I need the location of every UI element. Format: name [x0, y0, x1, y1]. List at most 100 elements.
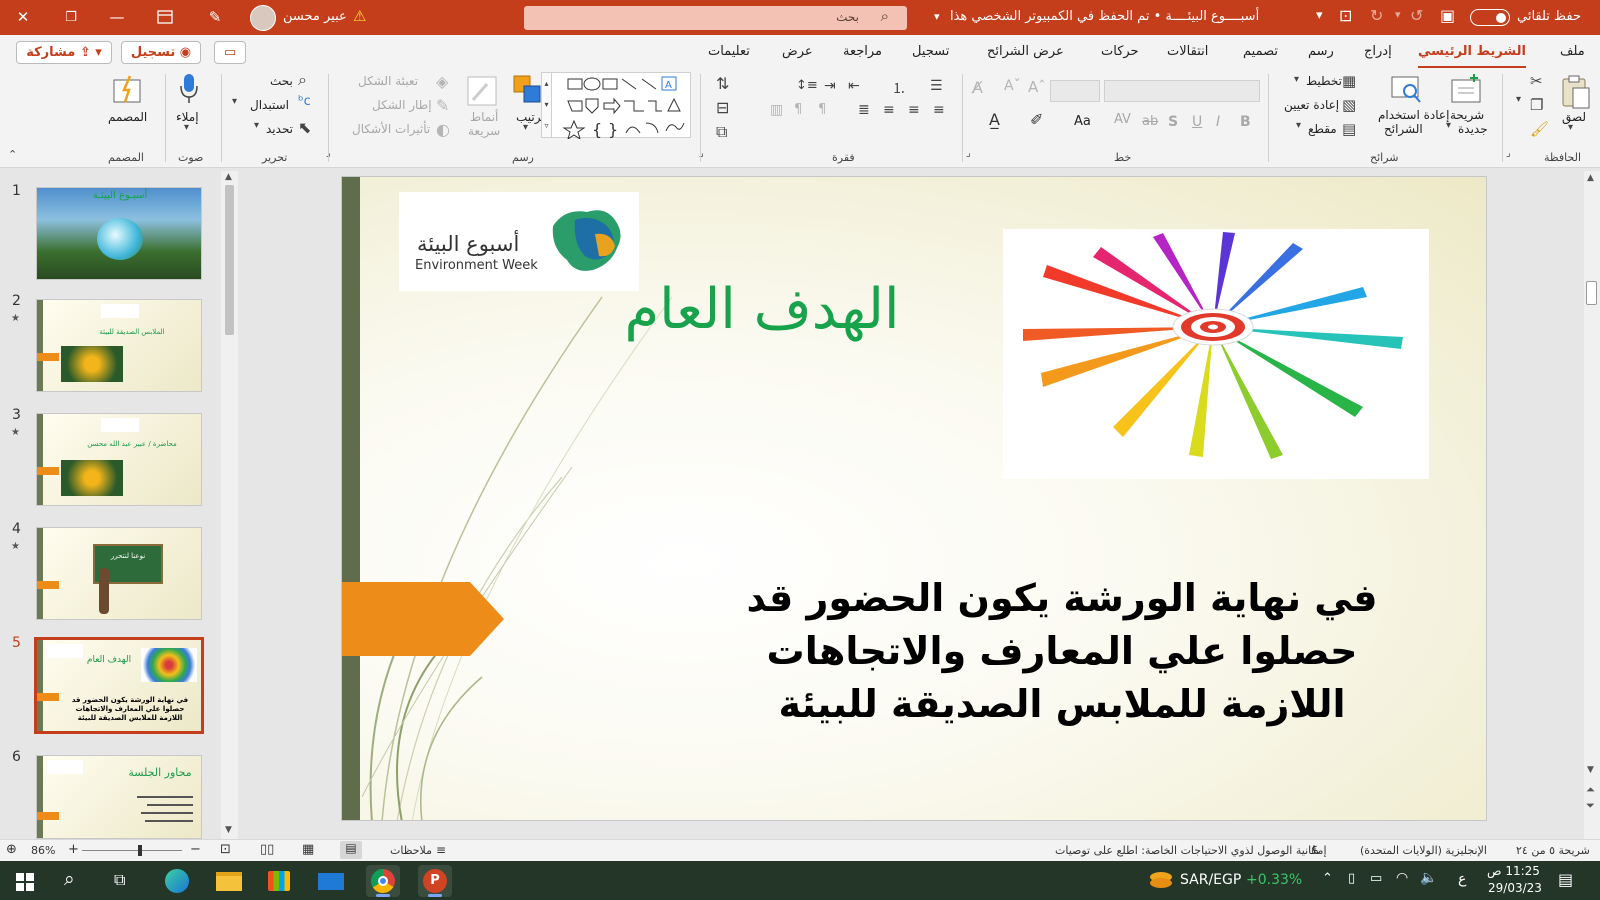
- next-slide-icon[interactable]: ⏷: [1586, 799, 1595, 813]
- dialog-launcher-icon[interactable]: ⌟: [966, 148, 971, 159]
- currency-ticker-icon[interactable]: [1148, 869, 1174, 893]
- undo-dropdown-icon[interactable]: ▾: [1395, 8, 1401, 21]
- document-title[interactable]: أسبــــوع البيئــــة • تم الحفظ في الكمب…: [950, 9, 1259, 24]
- ltr-icon[interactable]: ¶: [794, 102, 802, 117]
- select-cursor-icon[interactable]: ⬉: [298, 118, 311, 137]
- ticker-symbol[interactable]: SAR/EGP: [1180, 872, 1241, 888]
- language-status[interactable]: الإنجليزية (الولايات المتحدة): [1360, 844, 1487, 857]
- designer-icon[interactable]: [112, 74, 144, 106]
- align-left-icon[interactable]: ≡: [933, 102, 945, 118]
- section-icon[interactable]: ▤: [1342, 120, 1356, 138]
- tab-view[interactable]: عرض: [782, 44, 813, 59]
- chevron-down-icon[interactable]: ▾: [1516, 94, 1521, 105]
- shape-fill-label[interactable]: تعبئة الشكل: [358, 74, 418, 88]
- reset-icon[interactable]: ▧: [1342, 96, 1356, 114]
- ribbon-display-icon[interactable]: [150, 0, 180, 35]
- comments-icon[interactable]: ▭: [214, 41, 246, 64]
- replace-icon[interactable]: ᵇc: [298, 94, 311, 109]
- chevron-down-icon[interactable]: ▾: [1446, 120, 1451, 131]
- align-right-icon[interactable]: ≡: [883, 102, 895, 118]
- zoom-slider[interactable]: [82, 850, 182, 851]
- increase-indent-icon[interactable]: ⇥: [824, 78, 836, 94]
- font-name-select[interactable]: [1104, 80, 1260, 102]
- scroll-thumb[interactable]: [225, 185, 234, 335]
- current-slide[interactable]: أسبوع البيئة Environment Week الهدف العا…: [341, 176, 1487, 821]
- tab-file[interactable]: ملف: [1560, 44, 1585, 59]
- chevron-down-icon[interactable]: ▾: [232, 96, 237, 107]
- scroll-up-icon[interactable]: ▲: [1587, 173, 1594, 183]
- select-label[interactable]: تحديد: [266, 122, 293, 136]
- chevron-down-icon[interactable]: ▾: [1296, 120, 1301, 131]
- reset-label[interactable]: إعادة تعيين: [1284, 98, 1339, 112]
- accessibility-status[interactable]: إمكانية الوصول لذوي الاحتياجات الخاصة: ا…: [1055, 844, 1327, 857]
- tab-help[interactable]: تعليمات: [708, 44, 750, 59]
- chevron-down-icon[interactable]: ▾: [1568, 122, 1573, 133]
- shape-outline-label[interactable]: إطار الشكل: [372, 98, 432, 112]
- save-icon[interactable]: ▣: [1440, 6, 1455, 25]
- scroll-up-icon[interactable]: ▲: [225, 172, 232, 182]
- text-direction-icon[interactable]: ⇅: [716, 74, 729, 93]
- accessibility-icon[interactable]: ♿: [1310, 843, 1321, 857]
- autosave-toggle[interactable]: [1470, 9, 1510, 26]
- tab-design[interactable]: تصميم: [1243, 44, 1278, 59]
- wifi-icon[interactable]: ◠: [1396, 870, 1408, 886]
- tab-animations[interactable]: حركات: [1101, 44, 1139, 59]
- previous-slide-icon[interactable]: ⏶: [1586, 783, 1595, 797]
- chevron-down-icon[interactable]: ▾: [1294, 74, 1299, 85]
- slide-sorter-icon[interactable]: ▦: [302, 842, 314, 857]
- layout-label[interactable]: تخطيط: [1306, 74, 1342, 88]
- slide-thumbnail-5[interactable]: الهدف العام في نهاية الورشة يكون الحضور …: [34, 637, 204, 734]
- chevron-down-icon[interactable]: ▾: [934, 10, 940, 23]
- paste-label[interactable]: لصق: [1562, 110, 1586, 124]
- collapse-ribbon-icon[interactable]: ⌃: [8, 148, 17, 161]
- reading-view-icon[interactable]: ▯▯: [260, 842, 274, 857]
- align-center-icon[interactable]: ≡: [908, 102, 920, 118]
- taskbar-search-icon[interactable]: ⌕: [64, 868, 75, 890]
- pen-icon[interactable]: ✎: [200, 0, 230, 35]
- tab-slide-show[interactable]: عرض الشرائح: [987, 44, 1064, 59]
- cut-icon[interactable]: ✂: [1530, 72, 1543, 90]
- italic-button[interactable]: I: [1216, 114, 1220, 130]
- reuse-slides-icon[interactable]: [1390, 74, 1424, 106]
- edge-icon[interactable]: [160, 865, 194, 897]
- fit-slide-icon[interactable]: ⊕: [6, 842, 17, 857]
- thumbnails-scrollbar[interactable]: ▲ ▼: [221, 171, 238, 839]
- slide-thumbnail-2[interactable]: الملابس الصديقة للبيئة: [36, 299, 202, 392]
- zoom-out-icon[interactable]: −: [190, 842, 201, 857]
- replace-label[interactable]: استبدال: [250, 98, 289, 112]
- shape-effects-icon[interactable]: ◐: [436, 120, 450, 139]
- zoom-in-icon[interactable]: +: [68, 842, 79, 857]
- gallery-scroll[interactable]: ▴ ▾ ▿: [541, 72, 552, 138]
- windows-start-icon[interactable]: [16, 873, 34, 891]
- zoom-level[interactable]: 86%: [31, 844, 55, 857]
- minimize-icon[interactable]: —: [102, 0, 132, 35]
- justify-icon[interactable]: ≣: [858, 102, 870, 118]
- quick-styles-icon[interactable]: [465, 74, 499, 108]
- shadow-button[interactable]: S: [1168, 114, 1178, 130]
- search-box[interactable]: بحث ⌕: [524, 6, 907, 30]
- bold-button[interactable]: B: [1240, 114, 1251, 130]
- normal-view-icon[interactable]: ▤: [340, 841, 362, 859]
- undo-icon[interactable]: ↺: [1410, 6, 1423, 25]
- copy-icon[interactable]: ❐: [1530, 96, 1543, 114]
- battery-icon[interactable]: ▭: [1370, 871, 1382, 886]
- warning-icon[interactable]: ⚠: [353, 7, 366, 25]
- slide-thumbnail-4[interactable]: نوعنا لنتحرر: [36, 527, 202, 620]
- line-spacing-icon[interactable]: ↕≡: [796, 78, 818, 93]
- smartart-icon[interactable]: ⧉: [716, 122, 727, 142]
- microphone-icon[interactable]: [178, 72, 200, 106]
- shape-fill-icon[interactable]: ◈: [436, 72, 448, 91]
- notifications-icon[interactable]: ▤: [1558, 870, 1573, 889]
- input-language-indicator[interactable]: ع: [1458, 871, 1466, 887]
- slide-thumbnail-6[interactable]: محاور الجلسة: [36, 755, 202, 839]
- chevron-up-icon[interactable]: ⌃: [1322, 871, 1333, 886]
- orange-arrow-shape[interactable]: [342, 582, 507, 656]
- share-button[interactable]: مشاركة ⇪ ▾: [16, 41, 112, 64]
- target-arrows-image[interactable]: [1003, 229, 1429, 479]
- font-size-select[interactable]: [1050, 80, 1100, 102]
- slide-thumbnail-3[interactable]: محاضرة / عبير عبد الله محسن: [36, 413, 202, 506]
- decrease-font-icon[interactable]: Aˇ: [1004, 78, 1021, 94]
- tab-review[interactable]: مراجعة: [843, 44, 882, 59]
- avatar[interactable]: [250, 5, 276, 31]
- device-icon[interactable]: ▯: [1348, 871, 1355, 886]
